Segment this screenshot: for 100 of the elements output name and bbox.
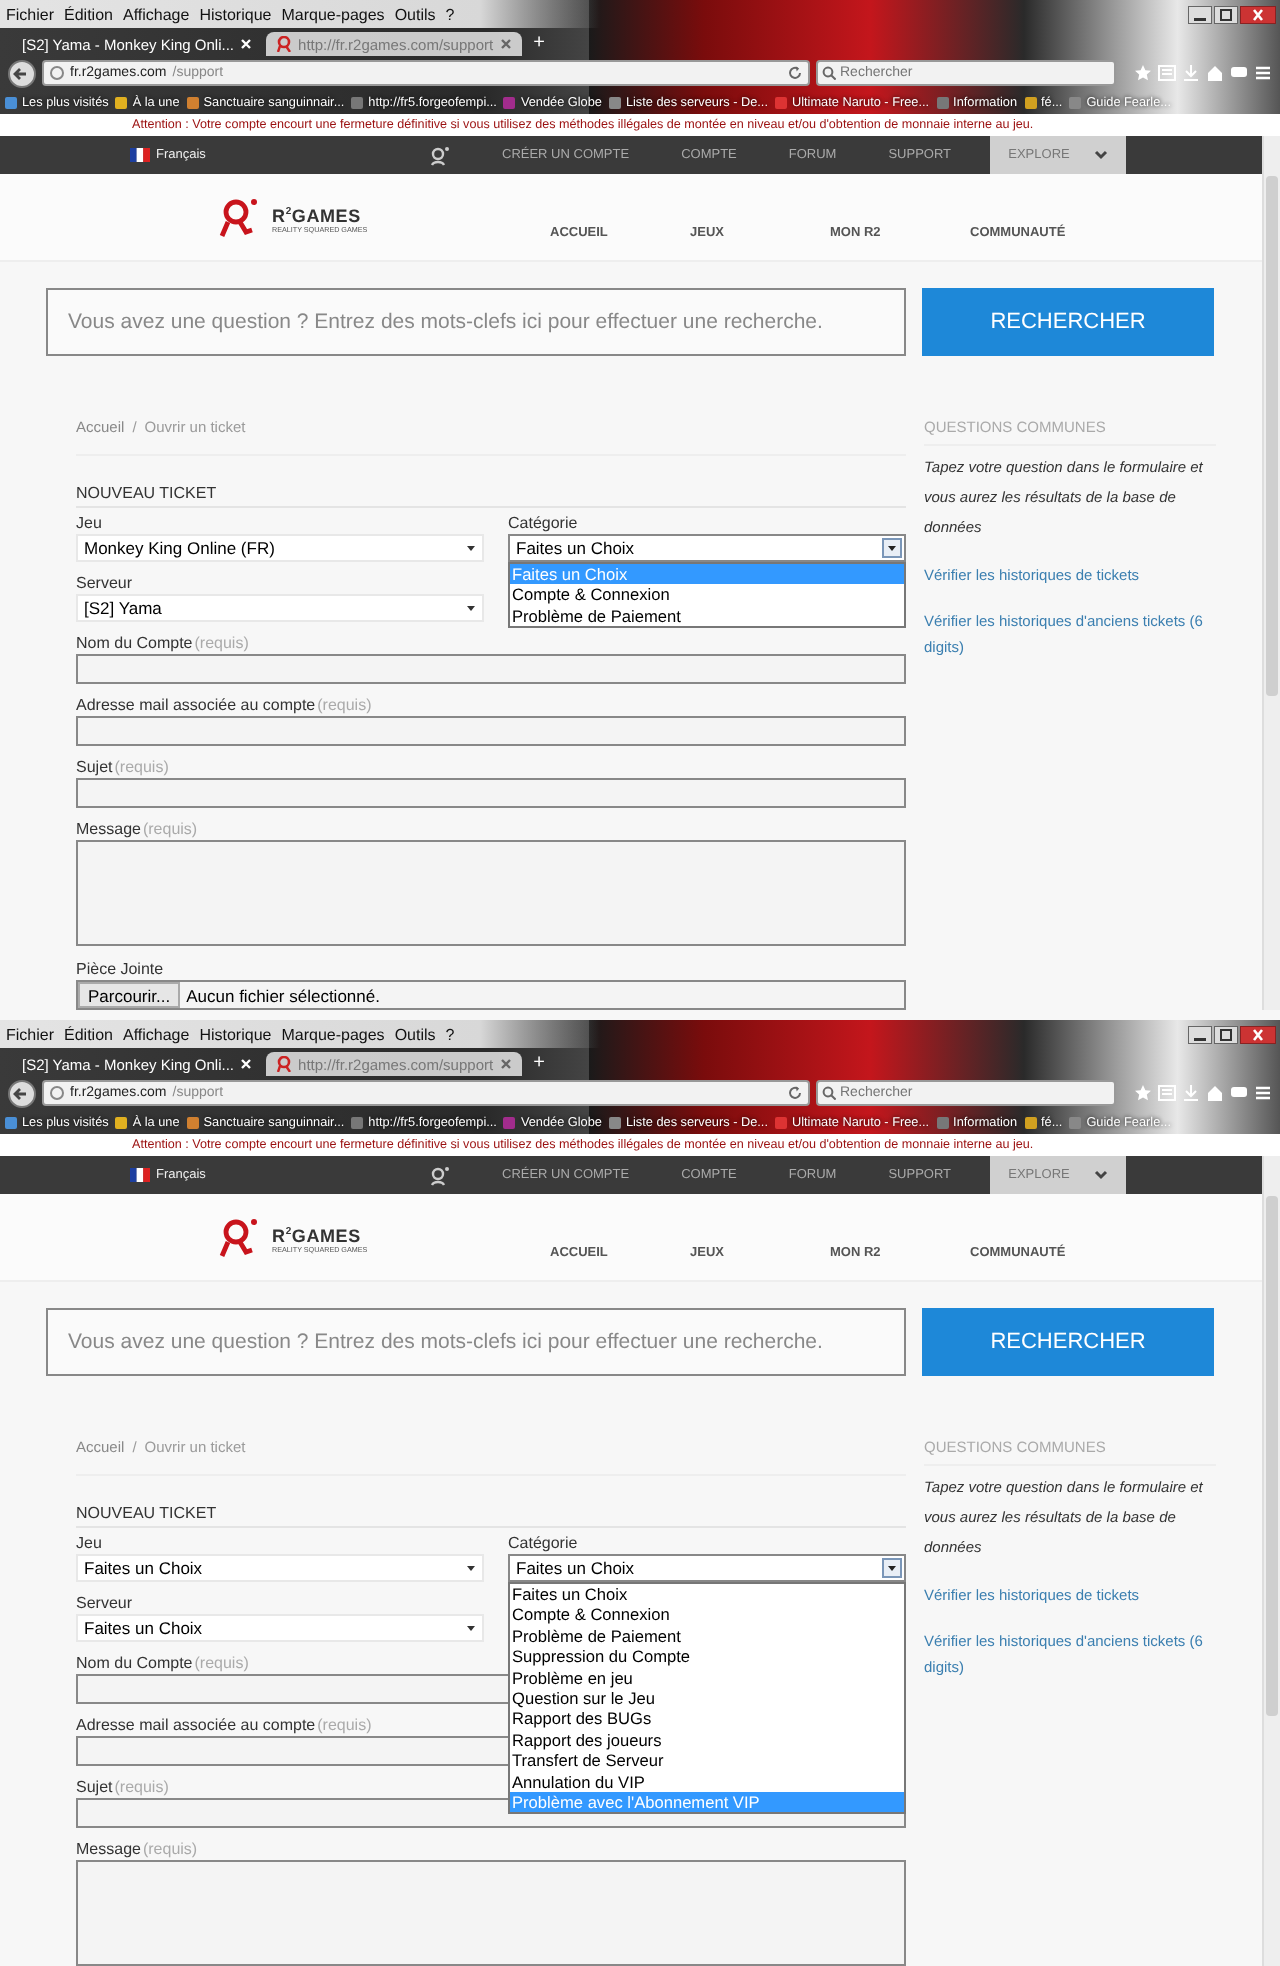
menu-item[interactable]: Marque-pages	[281, 5, 385, 23]
dropdown-option[interactable]: Transfert de Serveur	[510, 1750, 904, 1772]
field-label: Adresse mail associée au compte(requis)	[76, 696, 372, 716]
maximize-icon[interactable]	[1214, 5, 1238, 23]
bookmark-icon	[935, 1115, 950, 1129]
search-field[interactable]: Vous avez une question ? Entrez des mots-clefs ici pour effectuer une recherche.	[46, 1308, 906, 1376]
select-field[interactable]: Faites un Choix	[508, 1554, 906, 1582]
bookmark-icon	[114, 95, 129, 109]
menu-icon[interactable]	[1254, 1084, 1272, 1102]
dropdown-icon[interactable]	[882, 1558, 902, 1578]
select-field[interactable]: Faites un Choix	[508, 534, 906, 562]
bookmark-icon	[185, 1115, 200, 1129]
minimize-icon[interactable]	[1188, 5, 1212, 23]
bookmark-icon	[774, 1115, 788, 1129]
text-area[interactable]	[76, 840, 906, 946]
new-tab-button[interactable]: +	[525, 32, 553, 56]
select-field[interactable]: Faites un Choix	[76, 1554, 484, 1582]
bookmark-icon	[114, 1115, 129, 1129]
dropdown-option[interactable]: Question sur le Jeu	[510, 1688, 904, 1709]
new-tab-button[interactable]: +	[525, 1052, 553, 1076]
brand-name: R$^{2}$GAMES	[272, 203, 363, 225]
globe-icon	[50, 1086, 64, 1100]
field-label: Pièce Jointe	[76, 960, 164, 980]
caret-icon	[466, 604, 476, 612]
user-icon[interactable]	[430, 145, 450, 165]
search-icon	[822, 66, 836, 80]
dropdown-option[interactable]: Suppression du Compte	[510, 1646, 904, 1668]
menu-item[interactable]: ?	[445, 5, 455, 23]
reload-icon[interactable]	[788, 1086, 802, 1100]
star-icon[interactable]	[1134, 1084, 1152, 1102]
star-icon[interactable]	[1134, 64, 1152, 82]
chevron-icon	[1093, 1170, 1108, 1180]
search-button[interactable]: RECHERCHER	[922, 288, 1214, 356]
close-icon[interactable]	[1240, 5, 1276, 23]
close-icon[interactable]	[1240, 1025, 1276, 1043]
logo-drawing	[216, 198, 260, 238]
menu-item[interactable]: Historique	[199, 1025, 272, 1043]
field-label: Jeu	[76, 514, 102, 534]
scrollbar[interactable]	[1262, 136, 1280, 1010]
menu-item[interactable]: Outils	[394, 1025, 436, 1043]
select-field[interactable]: [S2] Yama	[76, 594, 484, 622]
dropdown-option[interactable]: Problème de Paiement	[510, 605, 904, 627]
field-label: Sujet(requis)	[76, 758, 169, 778]
menu-item[interactable]: Fichier	[6, 1025, 55, 1043]
menu-item[interactable]: Affichage	[122, 1025, 190, 1043]
dropdown-icon[interactable]	[882, 538, 902, 558]
chat-icon[interactable]	[1230, 64, 1248, 82]
logo-drawing	[216, 1218, 260, 1258]
field-label: Adresse mail associée au compte(requis)	[76, 1716, 372, 1736]
back-icon[interactable]	[8, 1079, 36, 1107]
input-field[interactable]	[76, 654, 906, 684]
back-icon[interactable]	[8, 59, 36, 87]
menu-item[interactable]: Historique	[199, 5, 272, 23]
dropdown-option[interactable]: Annulation du VIP	[510, 1771, 904, 1793]
field-label: Catégorie	[508, 1534, 578, 1554]
dropdown-option[interactable]: Rapport des BUGs	[510, 1708, 904, 1730]
maximize-icon[interactable]	[1214, 1025, 1238, 1043]
scrollbar[interactable]	[1262, 1156, 1280, 1966]
search-icon	[822, 1086, 836, 1100]
input-field[interactable]	[76, 716, 906, 746]
search-field[interactable]: Vous avez une question ? Entrez des mots-clefs ici pour effectuer une recherche.	[46, 288, 906, 356]
menu-item[interactable]: ?	[445, 1025, 455, 1043]
chevron-icon	[1093, 150, 1108, 160]
menu-item[interactable]: Affichage	[122, 5, 190, 23]
field-label: Serveur	[76, 574, 133, 594]
bookmark-icon	[1023, 95, 1038, 109]
bookmark-icon	[1068, 95, 1083, 109]
file-status: Aucun fichier sélectionné.	[186, 985, 380, 1005]
dropdown-option[interactable]: Problème en jeu	[510, 1667, 904, 1689]
search-button[interactable]: RECHERCHER	[922, 1308, 1214, 1376]
bookmark-icon	[1068, 1115, 1083, 1129]
dropdown-option[interactable]: Faites un Choix	[510, 1584, 904, 1605]
bookmark-icon	[350, 95, 365, 109]
select-field[interactable]: Monkey King Online (FR)	[76, 534, 484, 562]
chat-icon[interactable]	[1230, 1084, 1248, 1102]
text-area[interactable]	[76, 1860, 906, 1966]
browse-button[interactable]: Parcourir...	[78, 982, 181, 1008]
form-title: NOUVEAU TICKET	[76, 484, 906, 508]
menu-icon[interactable]	[1254, 64, 1272, 82]
menu-item[interactable]: Édition	[64, 5, 113, 23]
menu-item[interactable]: Édition	[64, 1025, 113, 1043]
dropdown-option[interactable]: Compte & Connexion	[510, 584, 904, 606]
minimize-icon[interactable]	[1188, 1025, 1212, 1043]
menu-item[interactable]: Fichier	[6, 5, 55, 23]
dropdown-option[interactable]: Problème de Paiement	[510, 1625, 904, 1647]
reload-icon[interactable]	[788, 66, 802, 80]
bookmark-icon	[1023, 1115, 1038, 1129]
brand-name: R$^{2}$GAMES	[272, 1223, 363, 1245]
menu-item[interactable]: Marque-pages	[281, 1025, 385, 1043]
field-label: Catégorie	[508, 514, 578, 534]
input-field[interactable]	[76, 778, 906, 808]
user-icon[interactable]	[430, 1165, 450, 1185]
bookmark-icon	[607, 95, 622, 109]
select-field[interactable]: Faites un Choix	[76, 1614, 484, 1642]
bookmark-icon	[935, 95, 950, 109]
dropdown-option[interactable]: Rapport des joueurs	[510, 1729, 904, 1751]
menu-item[interactable]: Outils	[394, 5, 436, 23]
bookmark-icon	[607, 1115, 622, 1129]
dropdown-option[interactable]: Compte & Connexion	[510, 1604, 904, 1626]
bookmark-icon	[502, 1115, 517, 1129]
